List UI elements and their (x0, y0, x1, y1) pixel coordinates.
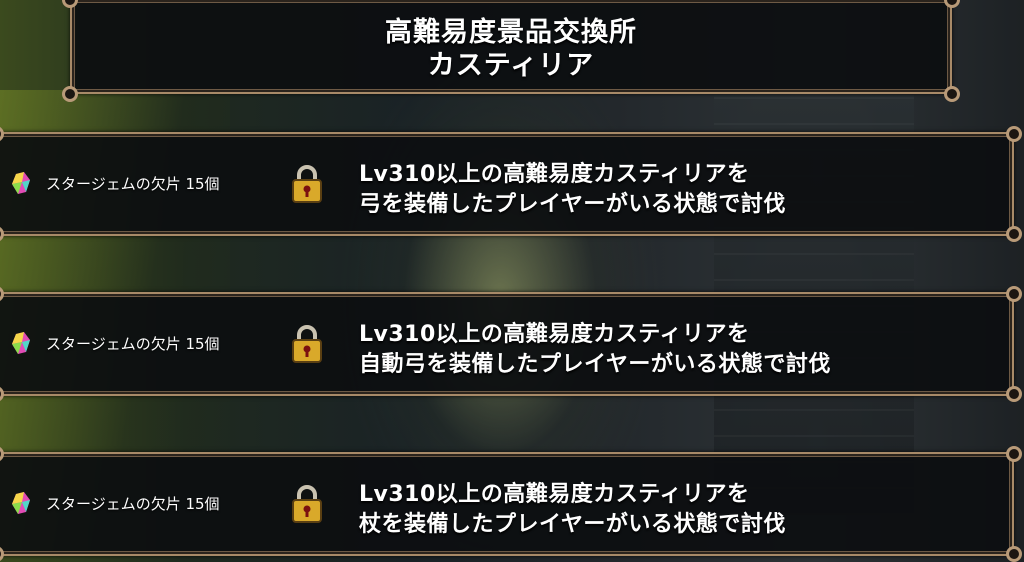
star-gem-fragment-icon (12, 172, 30, 194)
condition-text-line2: 自動弓を装備したプレイヤーがいる状態で討伐 (359, 352, 831, 377)
star-gem-fragment-icon (12, 492, 30, 514)
frame-corner-ornament (1006, 446, 1022, 462)
exchange-item-row[interactable]: スタージェムの欠片 15個 Lv310以上の高難易度カスティリアを 弓を装備した… (0, 126, 1022, 242)
condition-text-line1: Lv310以上の高難易度カスティリアを (359, 482, 750, 507)
title-panel: 高難易度景品交換所 カスティリア (62, 0, 960, 102)
reward-label: スタージェムの欠片 15個 (46, 175, 220, 193)
padlock-icon (292, 325, 322, 363)
condition-text-line2: 杖を装備したプレイヤーがいる状態で討伐 (359, 512, 786, 537)
frame-corner-ornament (944, 86, 960, 102)
page-subtitle: カスティリア (427, 50, 595, 81)
frame-corner-ornament (62, 0, 78, 8)
exchange-item-row[interactable]: スタージェムの欠片 15個 Lv310以上の高難易度カスティリアを 自動弓を装備… (0, 286, 1022, 402)
frame-corner-ornament (1006, 226, 1022, 242)
reward-label: スタージェムの欠片 15個 (46, 495, 220, 513)
frame-corner-ornament (1006, 286, 1022, 302)
padlock-icon (292, 485, 322, 523)
frame-corner-ornament (0, 546, 4, 562)
condition-text-line2: 弓を装備したプレイヤーがいる状態で討伐 (359, 192, 786, 217)
frame-corner-ornament (1006, 386, 1022, 402)
condition-text-line1: Lv310以上の高難易度カスティリアを (359, 322, 750, 347)
frame-corner-ornament (944, 0, 960, 8)
star-gem-fragment-icon (12, 332, 30, 354)
reward-label: スタージェムの欠片 15個 (46, 335, 220, 353)
frame-corner-ornament (1006, 126, 1022, 142)
frame-corner-ornament (1006, 546, 1022, 562)
exchange-item-row[interactable]: スタージェムの欠片 15個 Lv310以上の高難易度カスティリアを 杖を装備した… (0, 446, 1022, 562)
frame-corner-ornament (62, 86, 78, 102)
padlock-icon (292, 165, 322, 203)
condition-text-line1: Lv310以上の高難易度カスティリアを (359, 162, 750, 187)
